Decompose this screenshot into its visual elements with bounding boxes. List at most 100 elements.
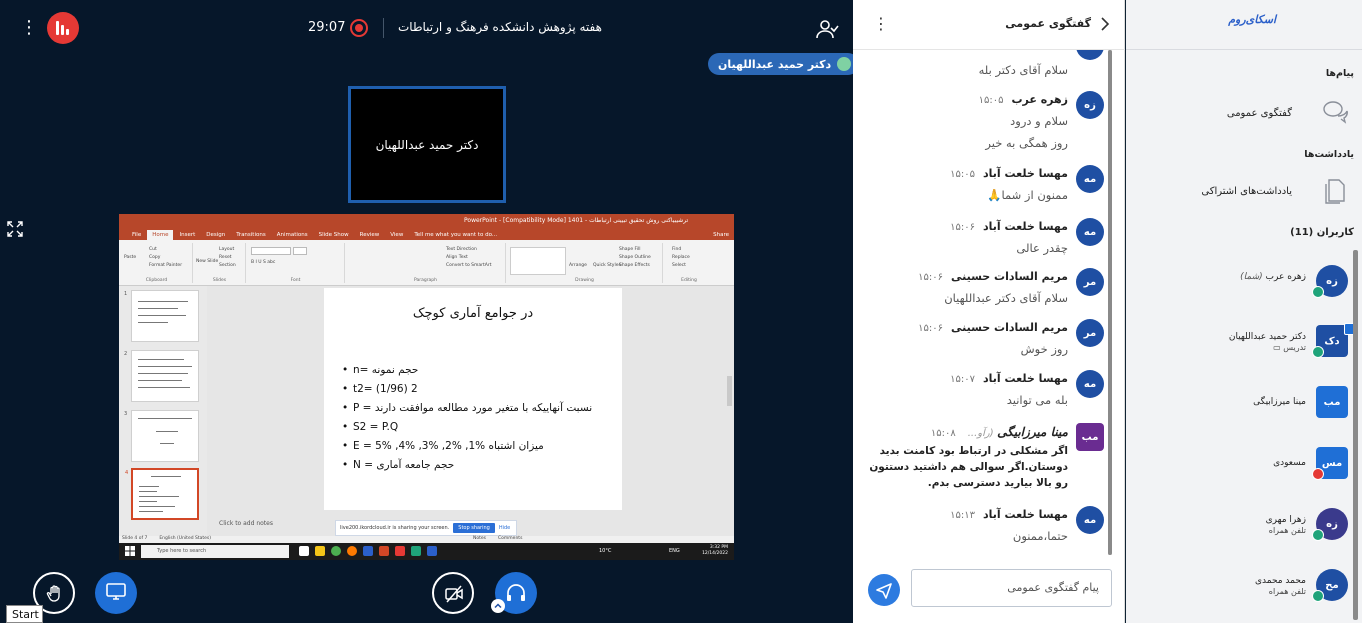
ribbon-item: Paste (124, 255, 137, 260)
send-button[interactable] (868, 574, 900, 606)
start-tooltip: Start (6, 605, 43, 623)
chat-message-input[interactable]: پیام گفتگوی عمومی (911, 569, 1112, 607)
user-item[interactable]: زه زهره عرب (شما) (1126, 265, 1362, 309)
ribbon-item: Quick Styles (593, 263, 621, 268)
user-item[interactable]: زه زهرا مهری تلفن همراه (1126, 508, 1362, 552)
current-slide: در جوامع آماری کوچک n= حجم نمونه t2= (1/… (324, 288, 622, 510)
slide-thumbnails: 1 2 3 4 (119, 286, 207, 536)
message-text: روز همگی به خیر (985, 136, 1068, 150)
active-speaker-pill: دکتر حمید عبداللهیان (708, 53, 860, 75)
share-screen-button[interactable] (95, 572, 137, 614)
slide-bullet: t2= (1/96) 2 (342, 383, 592, 402)
camera-tile-name: دکتر حمید عبداللهیان (375, 137, 479, 152)
users-icon[interactable] (815, 17, 839, 41)
clock-date: 12/14/2022 (702, 551, 728, 556)
message-time: ۱۵:۰۸ (930, 428, 956, 439)
record-icon[interactable] (350, 19, 368, 37)
slide-bullet: n= حجم نمونه (342, 364, 592, 383)
ppt-tab: Home (147, 230, 174, 240)
ppt-tabs: File Home Insert Design Transitions Anim… (119, 228, 734, 240)
powerpoint-icon (379, 546, 389, 556)
camera-tile[interactable]: دکتر حمید عبداللهیان (348, 86, 506, 203)
message-avatar: مب (1076, 423, 1104, 451)
ribbon-group-label: Slides (212, 278, 227, 283)
user-name: زهره عرب (شما) (1240, 272, 1306, 282)
thumb-line (138, 366, 192, 367)
slide-thumbnail: 1 (124, 290, 199, 342)
public-chat-item[interactable]: گفتگوی عمومی (1227, 108, 1292, 119)
windows-start-icon (125, 546, 135, 556)
slide-number: 3 (124, 411, 128, 417)
thumb-line (138, 387, 190, 388)
thumb-line (139, 486, 159, 487)
divider (383, 18, 384, 38)
chat-options-icon[interactable]: ⋮ (873, 14, 889, 33)
thumb-line (139, 511, 163, 512)
ppt-tab: View (390, 232, 404, 238)
slide-bullets: n= حجم نمونه t2= (1/96) 2 P = نسبت آنهای… (342, 364, 592, 478)
right-sidebar: اسکای‌روم پیام‌ها گفتگوی عمومی یادداشت‌ه… (1126, 0, 1362, 623)
message-header: مهسا خلعت آباد ۱۵:۰۷ (950, 372, 1068, 385)
message-text: سلام و درود (1010, 114, 1068, 128)
audio-options-button[interactable] (491, 599, 505, 613)
ribbon-item: Convert to SmartArt (446, 263, 492, 268)
message-text: سلام آقای دکتر بله (978, 63, 1068, 77)
more-options-icon[interactable]: ⋮ (20, 16, 38, 40)
message-text: اگر مشکلی در ارتباط بود کامنت بدید (879, 445, 1068, 457)
thumb-line (138, 322, 168, 323)
ribbon-item: Layout (219, 247, 235, 252)
ppt-tab: Review (359, 232, 380, 238)
user-name: دکتر حمید عبداللهیان (1228, 332, 1306, 342)
user-role: تدریس ▭ (1273, 343, 1306, 352)
top-bar: ⋮ 29:07 هفته پژوهش دانشکده فرهنگ و ارتبا… (0, 0, 853, 56)
user-item-presenter[interactable]: دک دکتر حمید عبداللهیان تدریس ▭ (1126, 323, 1362, 369)
shared-notes-item[interactable]: یادداشت‌های اشتراکی (1201, 186, 1292, 197)
chat-messages: سلام آقای دکتر بله زه زهره عرب ۱۵:۰۵ سلام… (853, 50, 1113, 558)
ribbon-item: New Slide (196, 259, 219, 264)
sidebar-scrollbar[interactable] (1353, 250, 1358, 620)
ppt-ribbon: Paste Cut Copy Format Painter Clipboard … (119, 240, 734, 286)
ribbon-item: Find (672, 247, 682, 252)
camera-off-button[interactable] (432, 572, 474, 614)
ppt-share: Share (713, 232, 729, 238)
muted-icon (1312, 468, 1324, 480)
ribbon-group-label: Font (290, 278, 301, 283)
skyroom-logo-icon[interactable] (47, 12, 79, 44)
user-name: مینا میرزابیگی (1253, 397, 1306, 407)
shapes-gallery (510, 247, 566, 275)
ribbon-group-paragraph: Text Direction Align Text Convert to Sma… (346, 243, 506, 283)
message-avatar: زه (1076, 91, 1104, 119)
message-avatar: مه (1076, 218, 1104, 246)
message-avatar: مه (1076, 506, 1104, 534)
file-explorer-icon (315, 546, 325, 556)
chevron-right-icon[interactable] (1099, 15, 1111, 33)
ribbon-item: Align Text (446, 255, 468, 260)
message-text: چقدر عالی (1016, 241, 1068, 255)
message-text: سلام آقای دکتر عبداللهیان (944, 291, 1068, 305)
fullscreen-icon[interactable] (7, 221, 23, 237)
notes-header: یادداشت‌ها (1304, 149, 1354, 160)
thumb-line (139, 491, 157, 492)
ribbon-item: Arrange (569, 263, 587, 268)
user-name-text: زهره عرب (1265, 272, 1306, 282)
message-avatar: مه (1076, 370, 1104, 398)
users-header: کاربران (11) (1290, 227, 1354, 238)
user-item[interactable]: مح محمد محمدی تلفن همراه (1126, 569, 1362, 613)
thumb-line (138, 301, 188, 302)
thumb-line (138, 418, 192, 419)
font-name-box (251, 247, 291, 255)
microphone-icon (837, 57, 852, 71)
chat-scrollbar-thumb[interactable] (1108, 50, 1112, 555)
ppt-tab: File (132, 232, 142, 238)
chat-scrollbar[interactable] (1108, 50, 1112, 555)
ribbon-item: Shape Effects (619, 263, 650, 268)
user-name: مسعودی (1273, 458, 1306, 468)
thumb-line (138, 380, 182, 381)
message-text: بله می توانید (1006, 393, 1068, 407)
session-timer: 29:07 (308, 20, 346, 35)
user-item[interactable]: مب مینا میرزابیگی (1126, 386, 1362, 430)
user-item[interactable]: مس مسعودی (1126, 447, 1362, 491)
ribbon-item: Copy (149, 255, 161, 260)
status-language: English (United States) (159, 536, 212, 541)
message-header: زهره عرب ۱۵:۰۵ (979, 93, 1068, 106)
